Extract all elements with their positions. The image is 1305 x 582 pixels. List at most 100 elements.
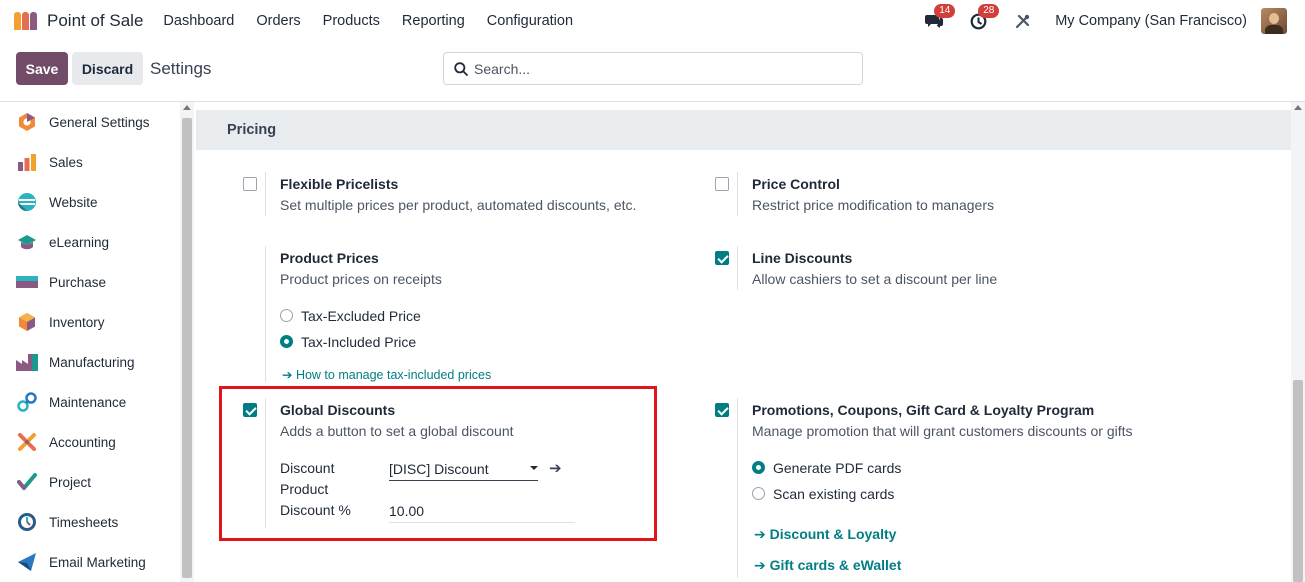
menu-dashboard[interactable]: Dashboard [163,13,234,29]
sidebar-item-general-settings[interactable]: General Settings [16,110,150,134]
app-brand[interactable]: Point of Sale [14,11,143,31]
search-icon [454,61,468,76]
sidebar-item-label: Timesheets [49,514,119,530]
sidebar-item-label: eLearning [49,234,110,250]
menu-reporting[interactable]: Reporting [402,13,465,29]
search-input[interactable] [474,60,854,77]
settings-sidebar: General Settings Sales Website eLearning… [0,102,180,582]
scan-existing-cards-label[interactable]: Scan existing cards [773,486,894,502]
sidebar-scrollbar[interactable] [180,102,194,582]
sidebar-item-purchase[interactable]: Purchase [16,270,106,294]
sidebar-item-label: Purchase [49,274,107,290]
sidebar-item-label: Maintenance [49,394,127,410]
sidebar-item-inventory[interactable]: Inventory [16,310,105,334]
open-record-arrow-icon[interactable]: ➔ [549,459,562,477]
chevron-down-icon [530,466,538,470]
sidebar-item-label: Manufacturing [49,354,135,370]
tax-excluded-label[interactable]: Tax-Excluded Price [301,308,421,324]
menu-products[interactable]: Products [323,13,380,29]
promotions-checkbox[interactable] [715,403,729,417]
purchase-icon [16,271,38,293]
navbar-systray: 14 28 My Company (San Francisco) [923,0,1287,42]
sidebar-item-timesheets[interactable]: Timesheets [16,510,118,534]
sales-icon [16,151,38,173]
global-discounts-checkbox[interactable] [243,403,257,417]
line-discounts-title: Line Discounts [752,250,853,266]
project-icon [16,471,38,493]
line-discounts-desc: Allow cashiers to set a discount per lin… [752,271,998,287]
save-button[interactable]: Save [16,52,68,85]
sidebar-item-sales[interactable]: Sales [16,150,83,174]
inventory-icon [16,311,38,333]
page-title: Settings [150,59,212,78]
top-navbar: Point of Sale Dashboard Orders Products … [0,0,1305,42]
email-marketing-icon [16,551,38,573]
control-panel: Save Discard Settings [0,42,1305,102]
maintenance-icon [16,391,38,413]
divider [265,398,266,528]
debug-tools-button[interactable] [1011,10,1033,32]
section-title: Pricing [227,122,277,138]
menu-orders[interactable]: Orders [256,13,300,29]
elearning-icon [16,231,38,253]
divider [265,246,266,382]
tax-included-label[interactable]: Tax-Included Price [301,334,416,350]
messages-button[interactable]: 14 [923,4,956,32]
generate-pdf-cards-label[interactable]: Generate PDF cards [773,460,901,476]
user-avatar[interactable] [1261,8,1287,34]
content-scrollbar[interactable] [1291,102,1305,582]
menu-configuration[interactable]: Configuration [487,13,573,29]
sidebar-item-accounting[interactable]: Accounting [16,430,116,454]
flexible-pricelists-desc: Set multiple prices per product, automat… [280,197,637,213]
sidebar-item-label: Project [49,474,92,490]
discount-percent-value: 10.00 [389,502,425,519]
price-control-title: Price Control [752,176,840,192]
sidebar-item-website[interactable]: Website [16,190,98,214]
gift-cards-ewallet-link[interactable]: ➔ Gift cards & eWallet [754,557,901,574]
discount-product-select[interactable]: [DISC] Discount [389,457,538,481]
discount-product-value: [DISC] Discount [389,460,489,477]
messages-badge: 14 [934,4,956,18]
discard-button[interactable]: Discard [72,52,143,85]
discount-loyalty-link[interactable]: ➔ Discount & Loyalty [754,526,896,543]
tax-included-help-link[interactable]: ➔ How to manage tax-included prices [282,367,491,382]
link-text: Discount & Loyalty [769,526,897,542]
link-text: Gift cards & eWallet [769,557,902,573]
sidebar-item-project[interactable]: Project [16,470,91,494]
tax-excluded-radio[interactable] [280,309,293,322]
pos-app-icon [14,12,38,30]
sidebar-item-manufacturing[interactable]: Manufacturing [16,350,135,374]
product-prices-title: Product Prices [280,250,379,266]
flexible-pricelists-checkbox[interactable] [243,177,257,191]
search-bar[interactable] [443,52,863,85]
sidebar-item-label: Sales [49,154,83,170]
main-menu: Dashboard Orders Products Reporting Conf… [163,13,595,29]
company-switcher[interactable]: My Company (San Francisco) [1055,13,1247,29]
sidebar-item-label: Accounting [49,434,116,450]
timesheets-icon [16,511,38,533]
discount-percent-label: Discount % [280,502,351,518]
accounting-icon [16,431,38,453]
sidebar-item-label: General Settings [49,114,150,130]
line-discounts-checkbox[interactable] [715,251,729,265]
price-control-checkbox[interactable] [715,177,729,191]
global-discounts-desc: Adds a button to set a global discount [280,423,514,439]
sidebar-item-elearning[interactable]: eLearning [16,230,109,254]
app-title: Point of Sale [47,11,144,30]
discount-product-label: Discount Product [280,460,335,497]
sidebar-item-maintenance[interactable]: Maintenance [16,390,126,414]
activities-button[interactable]: 28 [967,4,1000,32]
flexible-pricelists-title: Flexible Pricelists [280,176,399,192]
section-header-pricing: Pricing [196,110,1291,150]
discount-percent-input[interactable]: 10.00 [389,499,575,523]
divider [737,172,738,216]
tax-included-radio[interactable] [280,335,293,348]
website-icon [16,191,38,213]
manufacturing-icon [16,351,38,373]
generate-pdf-cards-radio[interactable] [752,461,765,474]
product-prices-desc: Product prices on receipts [280,271,442,287]
sidebar-item-email-marketing[interactable]: Email Marketing [16,550,146,574]
link-text: How to manage tax-included prices [295,368,492,382]
divider [265,172,266,216]
scan-existing-cards-radio[interactable] [752,487,765,500]
